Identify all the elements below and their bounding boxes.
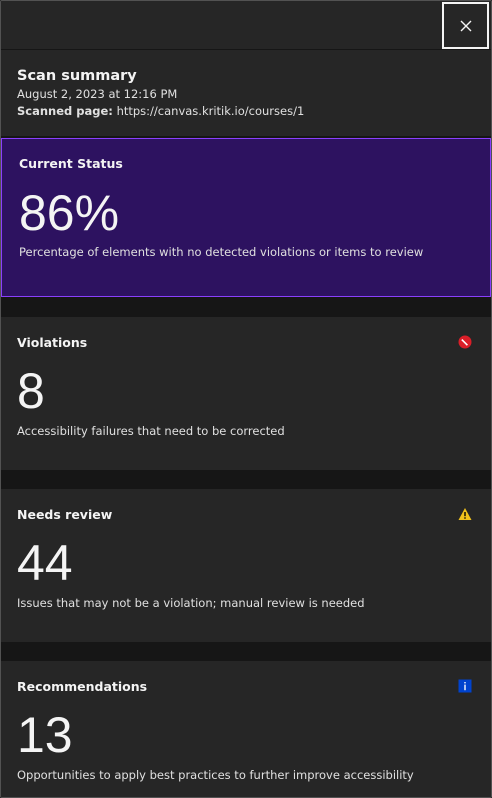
status-description: Percentage of elements with no detected … xyxy=(19,245,424,259)
needs-review-card: Needs review 44 Issues that may not be a… xyxy=(1,489,491,642)
recommendations-card: Recommendations 13 Opportunities to appl… xyxy=(1,661,491,797)
violations-description: Accessibility failures that need to be c… xyxy=(17,424,285,438)
summary-title: Scan summary xyxy=(17,68,137,84)
close-icon xyxy=(460,20,471,31)
scan-summary: Scan summary August 2, 2023 at 12:16 PM … xyxy=(1,50,491,136)
recommendations-description: Opportunities to apply best practices to… xyxy=(17,768,414,782)
scan-date: August 2, 2023 at 12:16 PM xyxy=(17,87,178,101)
info-icon xyxy=(458,679,472,693)
warning-icon xyxy=(458,508,472,520)
needs-review-description: Issues that may not be a violation; manu… xyxy=(17,596,365,610)
violation-icon xyxy=(458,335,472,349)
status-value: 86% xyxy=(19,185,120,241)
panel-header xyxy=(1,1,491,50)
recommendations-label: Recommendations xyxy=(17,679,148,694)
scanned-page-url: https://canvas.kritik.io/courses/1 xyxy=(116,104,305,118)
close-button[interactable] xyxy=(442,2,489,49)
needs-review-count: 44 xyxy=(17,535,73,591)
violations-count: 8 xyxy=(17,363,45,419)
violations-label: Violations xyxy=(17,335,88,350)
scanned-page-label: Scanned page: xyxy=(17,104,113,118)
violations-card: Violations 8 Accessibility failures that… xyxy=(1,317,491,470)
scanned-page: Scanned page: https://canvas.kritik.io/c… xyxy=(17,104,304,118)
current-status-card: Current Status 86% Percentage of element… xyxy=(1,138,491,297)
scan-summary-panel: Scan summary August 2, 2023 at 12:16 PM … xyxy=(0,0,492,798)
recommendations-count: 13 xyxy=(17,707,73,763)
status-label: Current Status xyxy=(19,156,123,171)
needs-review-label: Needs review xyxy=(17,507,113,522)
